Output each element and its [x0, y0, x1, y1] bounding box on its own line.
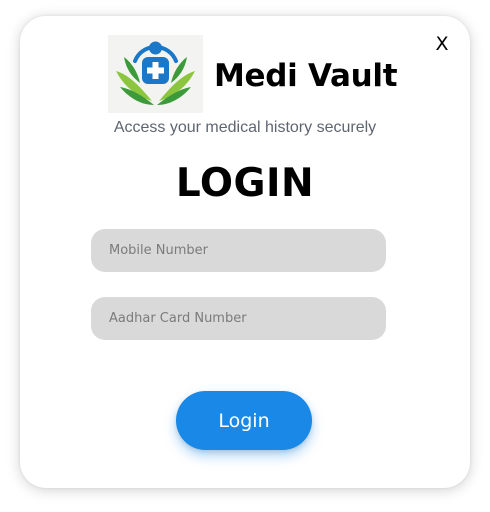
page-title: LOGIN [175, 161, 315, 206]
app-name: Medi Vault [214, 58, 398, 94]
mobile-number-input[interactable] [91, 229, 386, 272]
aadhar-number-input[interactable] [91, 297, 386, 340]
close-button[interactable]: X [432, 32, 452, 56]
medi-vault-logo [108, 35, 203, 113]
login-modal: X Medi Vault Access your medical history… [20, 16, 470, 488]
medical-cross-leaves-icon [116, 41, 195, 105]
login-button[interactable]: Login [176, 391, 312, 450]
tagline: Access your medical history securely [113, 119, 377, 136]
brand-header: Medi Vault [108, 35, 398, 113]
